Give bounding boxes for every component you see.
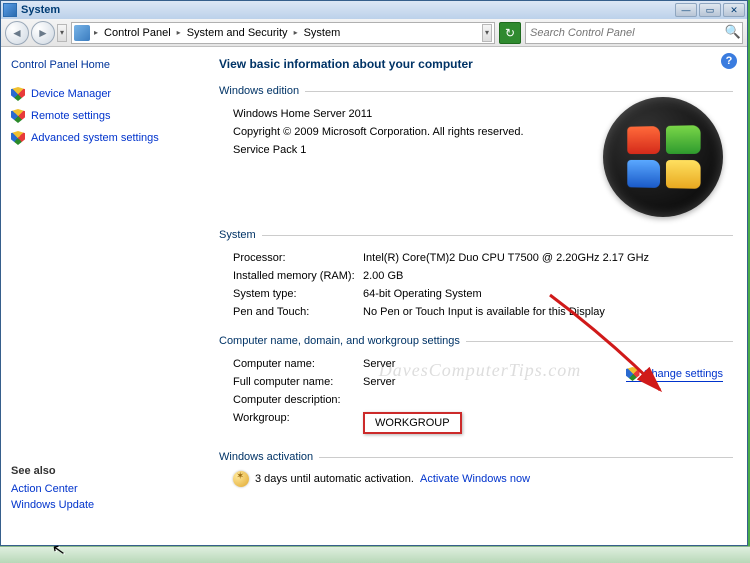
activate-now-link[interactable]: Activate Windows now [420,473,530,485]
change-settings-label: Change settings [644,368,724,380]
search-box[interactable]: 🔍 [525,22,743,44]
windows-flag-icon [627,125,700,189]
history-dropdown[interactable]: ▾ [57,24,67,42]
back-button[interactable]: ◄ [5,21,29,45]
shield-icon [626,367,640,381]
activation-icon [233,471,249,487]
action-center-link[interactable]: Action Center [11,483,94,495]
see-also-title: See also [11,465,94,477]
search-icon[interactable]: 🔍 [724,24,742,42]
system-icon [3,3,17,17]
system-window: System — ▭ ✕ ◄ ► ▾ ▸ Control Panel ▸ Sys… [0,0,748,546]
change-settings-link[interactable]: Change settings [626,367,724,382]
pen-value: No Pen or Touch Input is available for t… [363,306,733,318]
main-content: ? View basic information about your comp… [211,47,747,545]
window-title: System [21,4,675,16]
chevron-right-icon: ▸ [292,28,300,37]
minimize-button[interactable]: — [675,3,697,17]
device-manager-link[interactable]: Device Manager [11,87,201,101]
activation-text: 3 days until automatic activation. [255,473,414,485]
control-panel-icon [74,25,90,41]
windows-update-link[interactable]: Windows Update [11,499,94,511]
ram-label: Installed memory (RAM): [233,270,363,282]
workgroup-label: Workgroup: [233,412,363,434]
system-section: System Processor:Intel(R) Core(TM)2 Duo … [219,229,733,321]
crumb-root[interactable]: Control Panel [102,27,173,39]
chevron-right-icon: ▸ [175,28,183,37]
breadcrumb-dropdown[interactable]: ▾ [482,24,492,42]
description-label: Computer description: [233,394,363,406]
computer-legend: Computer name, domain, and workgroup set… [219,335,466,347]
control-panel-home-link[interactable]: Control Panel Home [11,59,201,71]
close-button[interactable]: ✕ [723,3,745,17]
navbar: ◄ ► ▾ ▸ Control Panel ▸ System and Secur… [1,19,747,47]
shield-icon [11,131,25,145]
crumb-leaf[interactable]: System [302,27,343,39]
remote-settings-link[interactable]: Remote settings [11,109,201,123]
search-input[interactable] [526,27,724,39]
system-legend: System [219,229,262,241]
workgroup-value: WORKGROUP [363,412,462,434]
shield-icon [11,87,25,101]
pen-label: Pen and Touch: [233,306,363,318]
processor-label: Processor: [233,252,363,264]
breadcrumb[interactable]: ▸ Control Panel ▸ System and Security ▸ … [71,22,495,44]
taskbar [0,546,750,563]
sidebar-item-label: Advanced system settings [31,132,159,144]
sidebar-item-label: Remote settings [31,110,110,122]
description-value [363,394,733,406]
shield-icon [11,109,25,123]
computer-name-section: Computer name, domain, and workgroup set… [219,335,733,437]
windows-edition-section: Windows edition Windows Home Server 2011… [219,85,733,215]
refresh-button[interactable]: ↻ [499,22,521,44]
edition-legend: Windows edition [219,85,305,97]
titlebar[interactable]: System — ▭ ✕ [1,1,747,19]
see-also: See also Action Center Windows Update [11,465,94,515]
full-name-label: Full computer name: [233,376,363,388]
activation-section: Windows activation 3 days until automati… [219,451,733,487]
activation-legend: Windows activation [219,451,319,463]
help-icon[interactable]: ? [721,53,737,69]
system-type-value: 64-bit Operating System [363,288,733,300]
computer-name-label: Computer name: [233,358,363,370]
system-type-label: System type: [233,288,363,300]
sidebar-item-label: Device Manager [31,88,111,100]
advanced-system-settings-link[interactable]: Advanced system settings [11,131,201,145]
ram-value: 2.00 GB [363,270,733,282]
chevron-right-icon: ▸ [92,28,100,37]
forward-button[interactable]: ► [31,21,55,45]
page-title: View basic information about your comput… [219,57,733,71]
maximize-button[interactable]: ▭ [699,3,721,17]
sidebar: Control Panel Home Device Manager Remote… [1,47,211,545]
windows-logo [603,97,723,217]
crumb-mid[interactable]: System and Security [185,27,290,39]
processor-value: Intel(R) Core(TM)2 Duo CPU T7500 @ 2.20G… [363,252,733,264]
